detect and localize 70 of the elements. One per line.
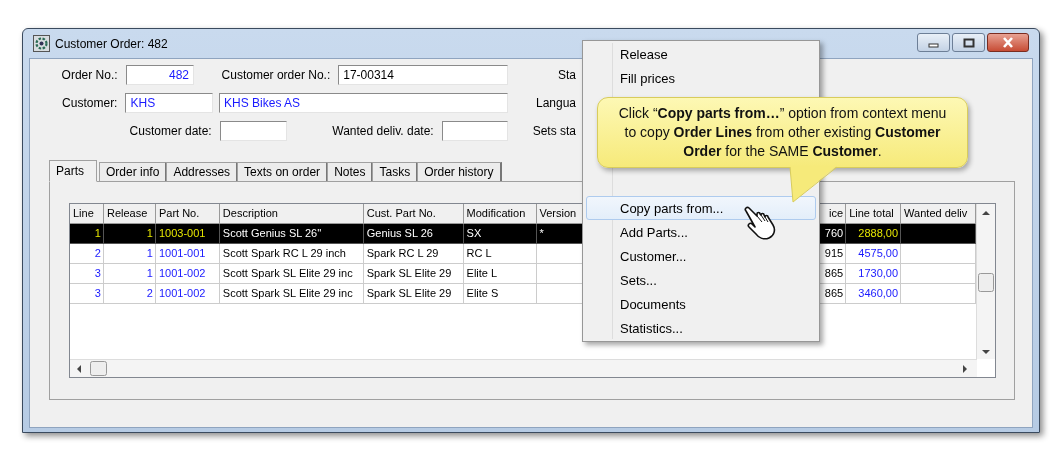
table-cell: Scott Spark RC L 29 inch	[219, 244, 364, 264]
tab[interactable]: Parts	[49, 160, 97, 182]
field-label: Langua	[534, 96, 576, 110]
field-label: Customer order No.:	[220, 68, 332, 82]
close-button[interactable]	[987, 33, 1029, 52]
table-cell: 2	[70, 244, 104, 264]
field-label: Order No.:	[60, 68, 119, 82]
close-icon	[1001, 37, 1015, 48]
tab[interactable]: Texts on order	[237, 162, 329, 181]
table-cell: 3	[70, 264, 104, 284]
column-header[interactable]: Part No.	[155, 204, 220, 224]
window-title: Customer Order: 482	[55, 36, 168, 51]
field-label: Sets sta	[531, 124, 576, 138]
table-cell: SX	[463, 224, 537, 244]
table-cell: 1	[70, 224, 104, 244]
table-cell: Spark RC L 29	[363, 244, 464, 264]
table-cell: Scott Spark SL Elite 29 inc	[219, 284, 364, 304]
maximize-icon	[962, 37, 975, 48]
table-cell: 3460,00	[846, 284, 902, 304]
menu-item[interactable]: Release	[586, 42, 816, 66]
customer-code-field[interactable]: KHS	[125, 93, 214, 113]
table-cell: 3	[70, 284, 104, 304]
tab[interactable]: Addresses	[166, 162, 239, 181]
maximize-button[interactable]	[952, 33, 985, 52]
tab[interactable]: Notes	[327, 162, 374, 181]
column-header[interactable]: Line	[70, 204, 104, 224]
table-cell: 1003-001	[155, 224, 220, 244]
table-cell: 1	[103, 244, 156, 264]
tab[interactable]: Order info	[99, 162, 168, 181]
customer-date-field[interactable]	[219, 121, 287, 141]
menu-item[interactable]: Fill prices	[586, 66, 816, 90]
column-header[interactable]: Cust. Part No.	[363, 204, 464, 224]
order-number-field[interactable]: 482	[125, 65, 194, 85]
field-label: Wanted deliv. date:	[331, 124, 435, 138]
column-header[interactable]: Version	[536, 204, 584, 224]
column-header[interactable]: Wanted deliv	[901, 204, 976, 224]
table-cell: RC L	[463, 244, 537, 264]
table-cell: Genius SL 26	[363, 224, 464, 244]
field-label: Customer:	[61, 96, 119, 110]
table-cell: Spark SL Elite 29	[363, 284, 464, 304]
table-cell: 1001-002	[155, 264, 220, 284]
menu-item[interactable]: Statistics...	[586, 316, 816, 340]
table-cell: 1001-002	[155, 284, 220, 304]
tab[interactable]: Tasks	[372, 162, 419, 181]
column-header[interactable]: Release	[103, 204, 156, 224]
customer-order-number-field[interactable]: 17-00314	[338, 65, 508, 85]
table-cell: 2888,00	[846, 224, 902, 244]
table-cell: 1001-001	[155, 244, 220, 264]
table-cell: Scott Spark SL Elite 29 inc	[219, 264, 364, 284]
column-header[interactable]: Description	[219, 204, 364, 224]
wanted-delivery-date-field[interactable]	[441, 121, 508, 141]
table-cell: Elite L	[463, 264, 537, 284]
table-cell: 1	[103, 264, 156, 284]
customer-name-field[interactable]: KHS Bikes AS	[219, 93, 508, 113]
app-icon	[33, 35, 50, 52]
column-header[interactable]: Line total	[846, 204, 902, 224]
column-header[interactable]: Modification	[463, 204, 537, 224]
field-label: Customer date:	[128, 124, 213, 138]
tab[interactable]: Order history	[417, 162, 502, 181]
table-cell: 4575,00	[846, 244, 902, 264]
table-cell: Spark SL Elite 29	[363, 264, 464, 284]
table-cell: 1730,00	[846, 264, 902, 284]
field-label: Sta	[557, 68, 576, 82]
minimize-button[interactable]	[917, 33, 950, 52]
callout-text: Click “Copy parts from…” option from context menu to copy Order Lines from other existing Customer Order for the SAME Customer.	[617, 104, 948, 161]
table-cell: 1	[103, 224, 156, 244]
table-cell: 2	[103, 284, 156, 304]
table-cell: Elite S	[463, 284, 537, 304]
table-cell: Scott Genius SL 26''	[219, 224, 364, 244]
menu-item[interactable]: Copy parts from...	[586, 196, 816, 220]
